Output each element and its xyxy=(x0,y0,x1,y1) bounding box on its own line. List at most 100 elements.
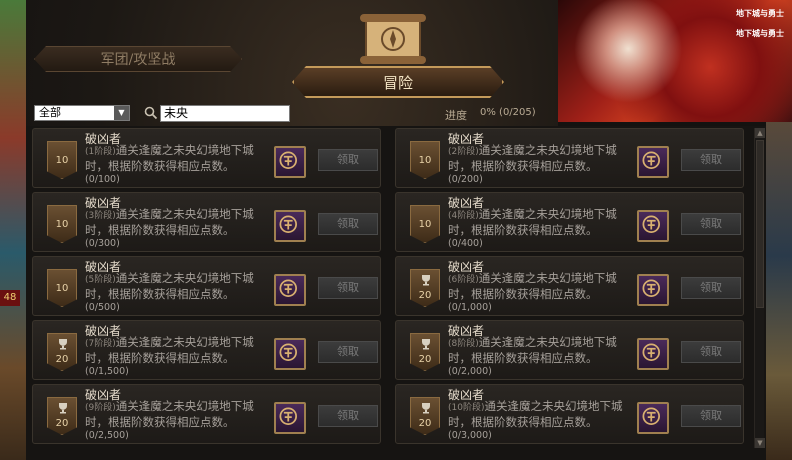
points-badge: 20 xyxy=(410,333,440,371)
points-value: 20 xyxy=(55,354,69,365)
scroll-thumb[interactable] xyxy=(756,140,764,308)
points-value: 20 xyxy=(55,418,69,429)
reward-emblem-icon[interactable] xyxy=(637,338,669,370)
achievement-card: 10 破凶者 (5阶段)通关逢魔之未央幻境地下城时，根据阶数获得相应点数。 (0… xyxy=(32,256,381,316)
progress-count: (0/300) xyxy=(85,238,120,249)
achievement-card: 10 破凶者 (4阶段)通关逢魔之未央幻境地下城时，根据阶数获得相应点数。 (0… xyxy=(395,192,744,252)
card-description: (6阶段)通关逢魔之未央幻境地下城时，根据阶数获得相应点数。 xyxy=(448,271,636,301)
card-description: (10阶段)通关逢魔之未央幻境地下城时，根据阶数获得相应点数。 xyxy=(448,399,636,429)
filter-value: 全部 xyxy=(39,106,61,119)
claim-button[interactable]: 领取 xyxy=(681,277,741,299)
stage-label: (9阶段) xyxy=(85,403,116,413)
scroll-up-icon[interactable]: ▲ xyxy=(755,128,765,138)
card-description: (4阶段)通关逢魔之未央幻境地下城时，根据阶数获得相应点数。 xyxy=(448,207,636,237)
reward-emblem-icon[interactable] xyxy=(637,274,669,306)
points-badge: 20 xyxy=(410,269,440,307)
card-description: (7阶段)通关逢魔之未央幻境地下城时，根据阶数获得相应点数。 xyxy=(85,335,273,365)
points-badge: 10 xyxy=(410,205,440,243)
stage-label: (2阶段) xyxy=(448,147,479,157)
tab-adventure[interactable]: 冒险 xyxy=(292,66,504,98)
trophy-icon xyxy=(422,275,430,286)
trophy-icon xyxy=(59,339,67,350)
tab-legion-siege[interactable]: 军团/攻坚战 xyxy=(34,46,242,72)
game-scene-right xyxy=(766,120,792,460)
claim-button[interactable]: 领取 xyxy=(681,341,741,363)
progress-count: (0/2,000) xyxy=(448,366,492,377)
claim-button[interactable]: 领取 xyxy=(318,341,378,363)
stage-label: (8阶段) xyxy=(448,339,479,349)
points-value: 10 xyxy=(55,283,69,294)
stage-label: (4阶段) xyxy=(448,211,479,221)
reward-emblem-icon[interactable] xyxy=(274,402,306,434)
points-badge: 10 xyxy=(410,141,440,179)
progress-count: (0/2,500) xyxy=(85,430,129,441)
progress-count: (0/1,500) xyxy=(85,366,129,377)
claim-button[interactable]: 领取 xyxy=(681,149,741,171)
achievement-card: 10 破凶者 (2阶段)通关逢魔之未央幻境地下城时，根据阶数获得相应点数。 (0… xyxy=(395,128,744,188)
card-description: (9阶段)通关逢魔之未央幻境地下城时，根据阶数获得相应点数。 xyxy=(85,399,273,429)
banner-logo-bottom: 地下城与勇士 xyxy=(736,29,784,38)
search-input[interactable]: 未央 xyxy=(160,105,290,122)
promo-banner[interactable]: 地下城与勇士 地下城与勇士 xyxy=(558,0,792,122)
achievement-card: 10 破凶者 (3阶段)通关逢魔之未央幻境地下城时，根据阶数获得相应点数。 (0… xyxy=(32,192,381,252)
progress-value: 0% (0/205) xyxy=(480,107,536,118)
claim-button[interactable]: 领取 xyxy=(681,405,741,427)
scene-tag: 48 xyxy=(0,290,20,306)
achievement-card: 20 破凶者 (8阶段)通关逢魔之未央幻境地下城时，根据阶数获得相应点数。 (0… xyxy=(395,320,744,380)
progress-count: (0/400) xyxy=(448,238,483,249)
reward-emblem-icon[interactable] xyxy=(274,338,306,370)
trophy-icon xyxy=(59,403,67,414)
claim-button[interactable]: 领取 xyxy=(318,213,378,235)
achievement-card: 20 破凶者 (6阶段)通关逢魔之未央幻境地下城时，根据阶数获得相应点数。 (0… xyxy=(395,256,744,316)
achievement-card: 20 破凶者 (10阶段)通关逢魔之未央幻境地下城时，根据阶数获得相应点数。 (… xyxy=(395,384,744,444)
reward-emblem-icon[interactable] xyxy=(274,210,306,242)
claim-button[interactable]: 领取 xyxy=(318,405,378,427)
reward-emblem-icon[interactable] xyxy=(637,146,669,178)
reward-emblem-icon[interactable] xyxy=(274,146,306,178)
points-badge: 20 xyxy=(47,397,77,435)
scroll-down-icon[interactable]: ▼ xyxy=(755,438,765,448)
banner-logo-top: 地下城与勇士 xyxy=(736,9,784,18)
filter-dropdown[interactable]: 全部 ▼ xyxy=(34,105,130,121)
points-value: 10 xyxy=(55,219,69,230)
points-badge: 20 xyxy=(410,397,440,435)
chevron-down-icon[interactable]: ▼ xyxy=(114,106,129,120)
card-description: (1阶段)通关逢魔之未央幻境地下城时，根据阶数获得相应点数。 xyxy=(85,143,273,173)
progress-count: (0/500) xyxy=(85,302,120,313)
points-badge: 10 xyxy=(47,205,77,243)
stage-label: (5阶段) xyxy=(85,275,116,285)
stage-label: (3阶段) xyxy=(85,211,116,221)
achievement-card: 20 破凶者 (7阶段)通关逢魔之未央幻境地下城时，根据阶数获得相应点数。 (0… xyxy=(32,320,381,380)
progress-count: (0/200) xyxy=(448,174,483,185)
game-scene-left: 48 xyxy=(0,0,28,460)
points-value: 20 xyxy=(418,354,432,365)
search-icon xyxy=(144,106,158,120)
points-value: 10 xyxy=(418,219,432,230)
stage-label: (10阶段) xyxy=(448,403,485,413)
points-badge: 10 xyxy=(47,269,77,307)
list-scrollbar[interactable]: ▲ ▼ xyxy=(754,128,765,448)
achievement-card: 20 破凶者 (9阶段)通关逢魔之未央幻境地下城时，根据阶数获得相应点数。 (0… xyxy=(32,384,381,444)
points-value: 20 xyxy=(418,290,432,301)
card-description: (5阶段)通关逢魔之未央幻境地下城时，根据阶数获得相应点数。 xyxy=(85,271,273,301)
progress-label: 进度 xyxy=(445,109,467,122)
claim-button[interactable]: 领取 xyxy=(681,213,741,235)
points-value: 10 xyxy=(418,155,432,166)
points-value: 10 xyxy=(55,155,69,166)
trophy-icon xyxy=(422,339,430,350)
scroll-emblem-icon xyxy=(360,14,426,64)
points-badge: 10 xyxy=(47,141,77,179)
points-badge: 20 xyxy=(47,333,77,371)
claim-button[interactable]: 领取 xyxy=(318,149,378,171)
points-value: 20 xyxy=(418,418,432,429)
card-description: (3阶段)通关逢魔之未央幻境地下城时，根据阶数获得相应点数。 xyxy=(85,207,273,237)
card-description: (8阶段)通关逢魔之未央幻境地下城时，根据阶数获得相应点数。 xyxy=(448,335,636,365)
progress-count: (0/100) xyxy=(85,174,120,185)
reward-emblem-icon[interactable] xyxy=(637,210,669,242)
card-description: (2阶段)通关逢魔之未央幻境地下城时，根据阶数获得相应点数。 xyxy=(448,143,636,173)
reward-emblem-icon[interactable] xyxy=(274,274,306,306)
reward-emblem-icon[interactable] xyxy=(637,402,669,434)
trophy-icon xyxy=(422,403,430,414)
claim-button[interactable]: 领取 xyxy=(318,277,378,299)
achievement-card: 10 破凶者 (1阶段)通关逢魔之未央幻境地下城时，根据阶数获得相应点数。 (0… xyxy=(32,128,381,188)
